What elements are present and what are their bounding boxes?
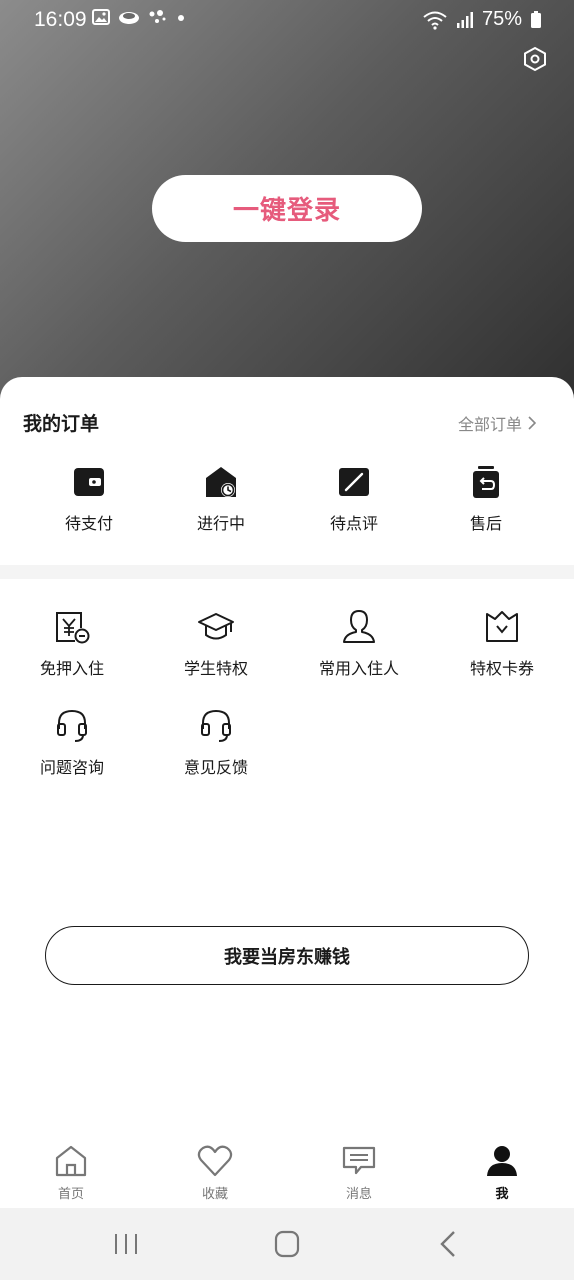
settings-icon[interactable] bbox=[522, 46, 548, 72]
signal-icon bbox=[456, 11, 473, 28]
home-icon bbox=[55, 1145, 87, 1177]
recent-apps-icon[interactable] bbox=[106, 1228, 146, 1260]
service-deposit-free[interactable]: 免押入住 bbox=[0, 608, 144, 679]
order-label: 待支付 bbox=[64, 514, 113, 533]
wallet-icon bbox=[74, 468, 104, 496]
headset-icon bbox=[57, 709, 87, 742]
crown-card-icon bbox=[486, 611, 518, 642]
battery-icon bbox=[531, 10, 541, 28]
gallery-icon bbox=[92, 9, 110, 25]
tab-label: 我 bbox=[495, 1187, 509, 1202]
return-icon bbox=[473, 466, 499, 498]
status-time: 16:09 bbox=[34, 8, 87, 31]
graduation-cap-icon bbox=[198, 613, 234, 640]
tab-label: 消息 bbox=[345, 1187, 372, 1202]
tab-favorites[interactable]: 收藏 bbox=[165, 1143, 265, 1202]
cloud-icon bbox=[119, 12, 139, 24]
become-host-button[interactable]: 我要当房东赚钱 bbox=[45, 926, 529, 985]
all-orders-link[interactable]: 全部订单 bbox=[458, 411, 536, 435]
order-label: 售后 bbox=[469, 514, 502, 533]
service-label: 意见反馈 bbox=[183, 758, 248, 777]
house-clock-icon bbox=[206, 467, 236, 497]
person-icon bbox=[343, 610, 375, 643]
dot-icon bbox=[178, 15, 184, 21]
home-nav-icon[interactable] bbox=[267, 1228, 307, 1260]
system-navigation-bar bbox=[0, 1208, 574, 1280]
order-after-sales[interactable]: 售后 bbox=[426, 465, 546, 534]
assistant-icon bbox=[149, 10, 166, 23]
order-pending-payment[interactable]: 待支付 bbox=[29, 465, 149, 534]
tab-me[interactable]: 我 bbox=[452, 1143, 552, 1202]
all-orders-label: 全部订单 bbox=[457, 415, 522, 434]
service-frequent-guests[interactable]: 常用入住人 bbox=[287, 608, 431, 679]
section-divider bbox=[0, 565, 574, 579]
service-label: 问题咨询 bbox=[39, 758, 104, 777]
wifi-icon bbox=[423, 11, 447, 30]
orders-title: 我的订单 bbox=[23, 413, 100, 435]
message-icon bbox=[342, 1146, 376, 1175]
service-label: 常用入住人 bbox=[318, 659, 399, 678]
one-click-login-button[interactable]: 一键登录 bbox=[152, 175, 422, 242]
edit-icon bbox=[339, 465, 371, 496]
headset-feedback-icon bbox=[201, 709, 231, 742]
order-pending-review[interactable]: 待点评 bbox=[294, 465, 414, 534]
chevron-right-icon bbox=[528, 416, 536, 430]
bottom-tab-bar: 首页 收藏 消息 我 bbox=[0, 1135, 574, 1208]
service-privilege-cards[interactable]: 特权卡券 bbox=[430, 608, 574, 679]
service-label: 特权卡券 bbox=[469, 659, 534, 678]
orders-card: 我的订单 全部订单 待支付 进行中 待点评 售后 bbox=[0, 377, 574, 565]
service-label: 免押入住 bbox=[39, 659, 104, 678]
service-label: 学生特权 bbox=[183, 659, 248, 678]
service-help-consult[interactable]: 问题咨询 bbox=[0, 707, 144, 778]
tab-messages[interactable]: 消息 bbox=[309, 1143, 409, 1202]
status-bar: 16:09 75% bbox=[0, 0, 574, 40]
tab-label: 收藏 bbox=[201, 1187, 228, 1202]
service-feedback[interactable]: 意见反馈 bbox=[144, 707, 288, 778]
user-icon bbox=[487, 1146, 517, 1176]
order-label: 待点评 bbox=[329, 514, 378, 533]
service-student-privilege[interactable]: 学生特权 bbox=[144, 608, 288, 679]
heart-icon bbox=[197, 1145, 233, 1177]
back-icon[interactable] bbox=[428, 1228, 468, 1260]
status-system-icons: 75% bbox=[422, 8, 542, 31]
order-label: 进行中 bbox=[196, 514, 245, 533]
order-in-progress[interactable]: 进行中 bbox=[161, 465, 281, 534]
tab-home[interactable]: 首页 bbox=[21, 1143, 121, 1202]
tab-label: 首页 bbox=[57, 1187, 84, 1202]
battery-percent: 75% bbox=[481, 8, 522, 30]
status-notification-icons bbox=[92, 9, 186, 25]
deposit-free-icon bbox=[56, 612, 90, 644]
